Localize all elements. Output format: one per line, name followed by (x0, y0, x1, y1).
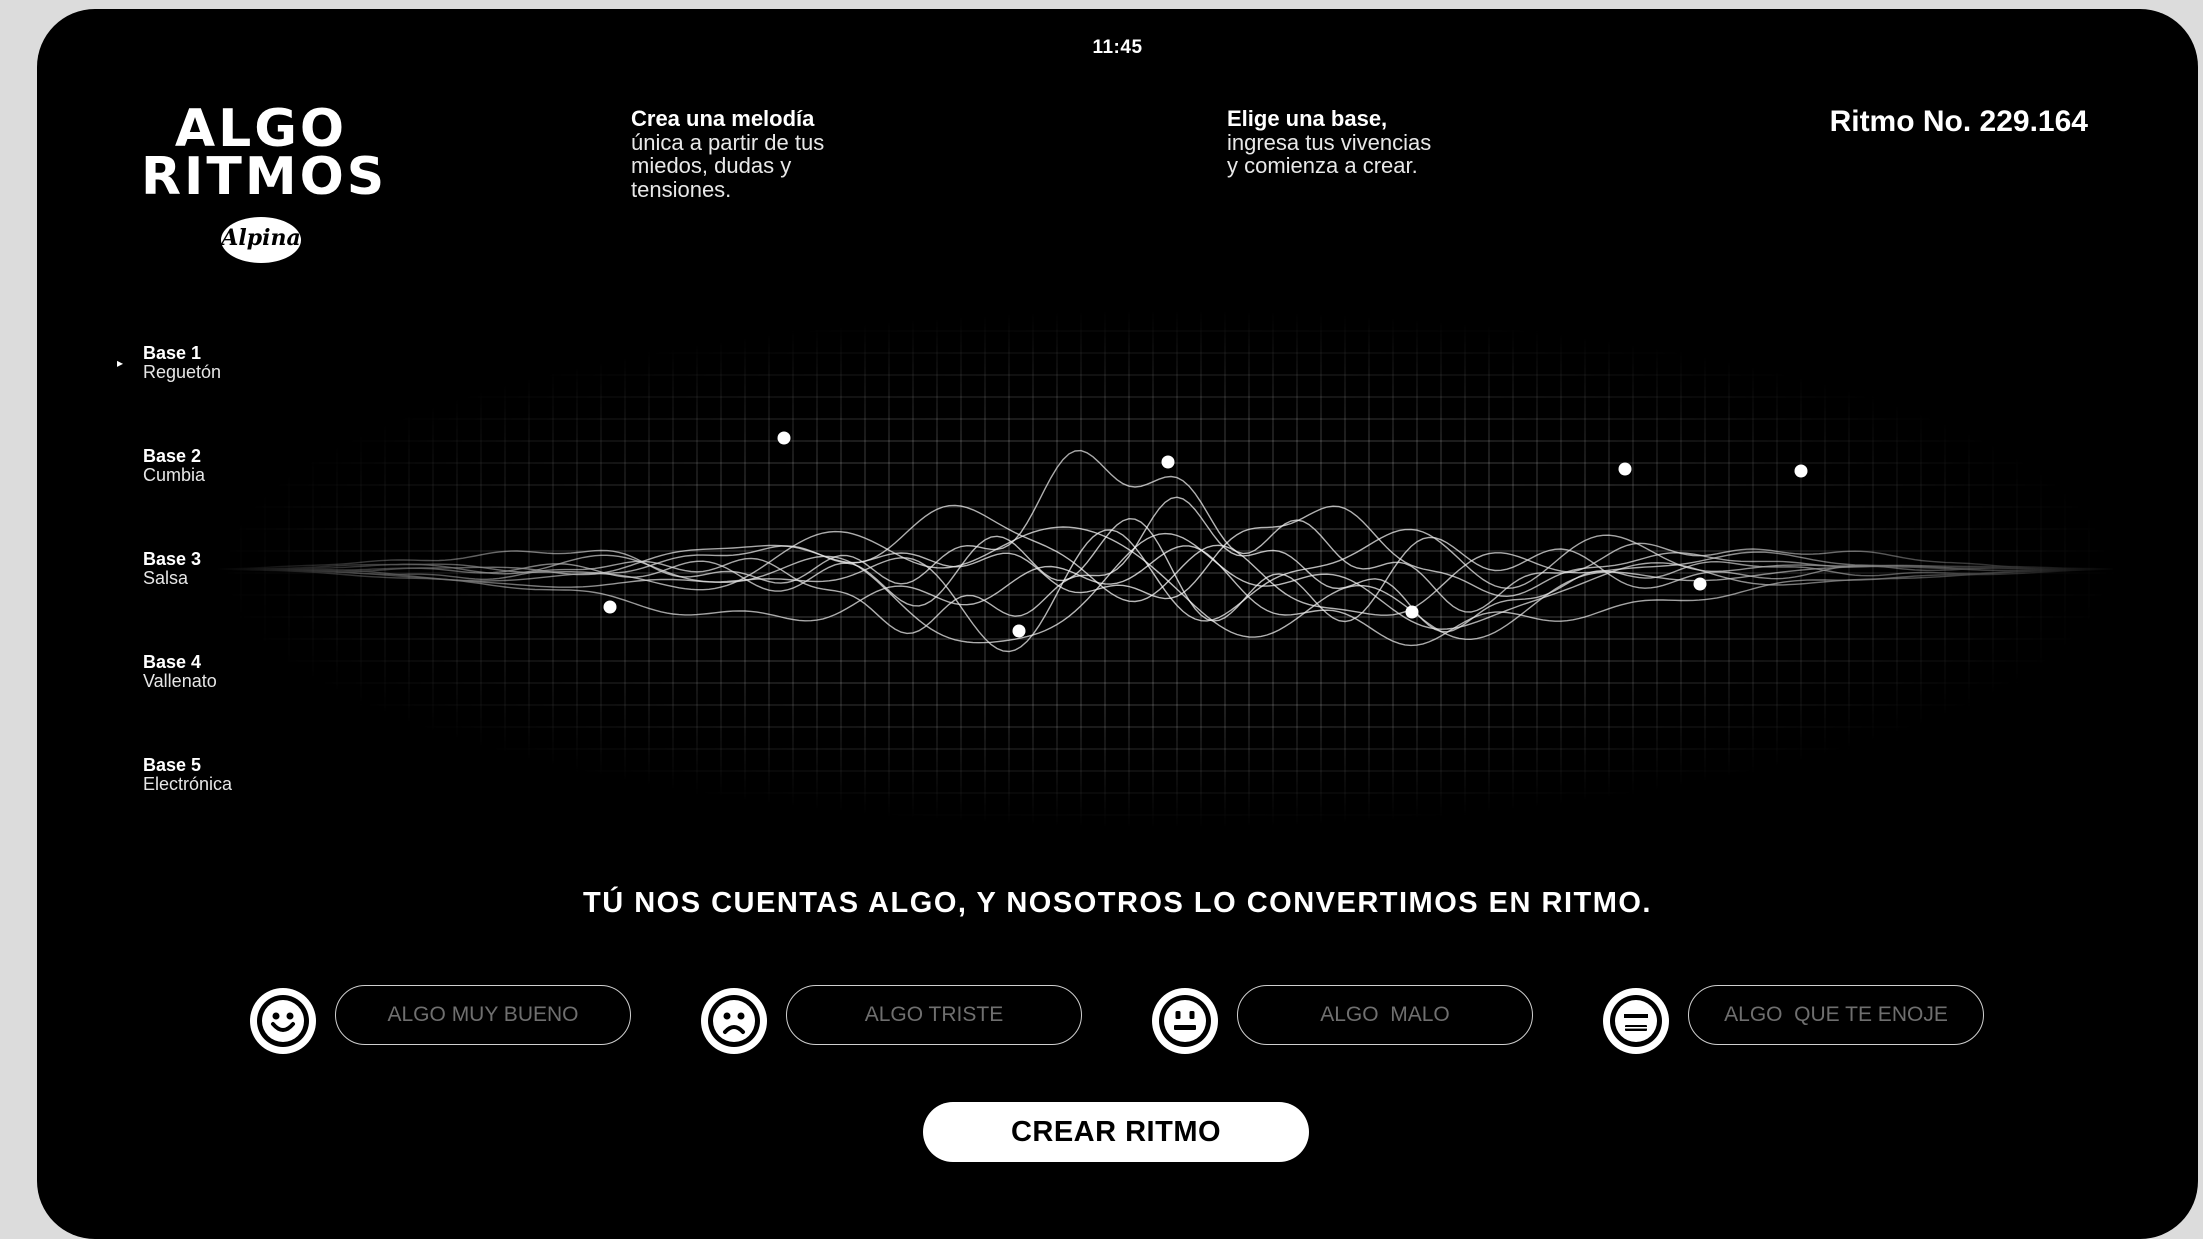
rhythm-number: Ritmo No. 229.164 (1829, 105, 2088, 138)
wave-line (217, 449, 2114, 613)
wave-marker-dot (1618, 462, 1632, 476)
wave-line (217, 528, 2114, 653)
selected-arrow-icon: ▸ (117, 356, 124, 370)
intro-left-lead: Crea una melodía (631, 106, 815, 131)
intro-left-text: única a partir de tus miedos, dudas y te… (631, 129, 825, 202)
wave-marker-dot (603, 600, 617, 614)
intro-create-melody: Crea una melodía única a partir de tus m… (631, 107, 871, 201)
smiley-sad-icon (701, 988, 767, 1054)
wave-line (217, 532, 2114, 644)
create-rhythm-button[interactable]: CREAR RITMO (923, 1102, 1309, 1162)
waveform-markers (603, 431, 1808, 638)
wave-line (217, 545, 2114, 647)
app-screen: 11:45 ALGO RITMOS Alpina Crea una melodí… (37, 9, 2198, 1239)
mood-input-sad[interactable] (786, 985, 1082, 1045)
intro-right-lead: Elige una base, (1227, 106, 1388, 131)
wave-marker-dot (1794, 464, 1808, 478)
logo-line-2: RITMOS (141, 147, 388, 207)
intro-choose-base: Elige una base, ingresa tus vivencias y … (1227, 107, 1487, 178)
smiley-happy-icon (250, 988, 316, 1054)
tagline: TÚ NOS CUENTAS ALGO, Y NOSOTROS LO CONVE… (583, 887, 1652, 919)
intro-right-text: ingresa tus vivencias y comienza a crear… (1227, 129, 1432, 178)
wave-marker-dot (1405, 605, 1419, 619)
mood-input-angry[interactable] (1688, 985, 1984, 1045)
smiley-neutral-icon (1152, 988, 1218, 1054)
wave-marker-dot (1012, 624, 1026, 638)
rhythm-waveform-visualization (217, 309, 2117, 829)
wave-marker-dot (1161, 455, 1175, 469)
logo-line-1: ALGO (174, 99, 348, 159)
mood-inputs-row (37, 975, 2198, 1055)
wave-marker-dot (777, 431, 791, 445)
wave-marker-dot (1693, 577, 1707, 591)
app-logo: ALGO RITMOS Alpina (141, 99, 388, 263)
mood-input-bad[interactable] (1237, 985, 1533, 1045)
brand-badge: Alpina (221, 217, 301, 263)
mood-input-very-good[interactable] (335, 985, 631, 1045)
smiley-angry-icon (1603, 988, 1669, 1054)
status-clock: 11:45 (1092, 37, 1143, 58)
